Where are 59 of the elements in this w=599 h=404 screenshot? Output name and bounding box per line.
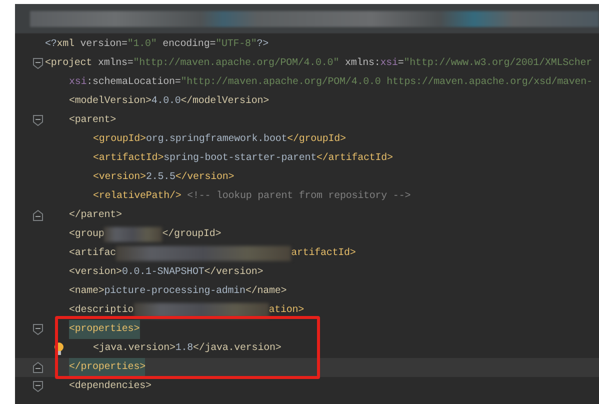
xml-tag: <parent> bbox=[69, 113, 116, 128]
code-text: spring-boot-starter-parent bbox=[164, 152, 316, 166]
code-string: "http://www.w3.org/2001/XMLScher bbox=[404, 56, 592, 71]
code-text: ?> bbox=[256, 38, 269, 52]
xml-tag: artifactId> bbox=[291, 246, 356, 261]
xml-tag: <properties> bbox=[69, 320, 140, 339]
xml-tag: </groupId> bbox=[162, 227, 222, 242]
xml-tag: <dependencies> bbox=[69, 379, 152, 394]
lightbulb-icon[interactable] bbox=[54, 342, 64, 356]
xml-tag: </modelVersion> bbox=[180, 94, 269, 109]
xml-tag: <artifac bbox=[69, 246, 116, 261]
xml-tag: <descriptio bbox=[69, 303, 134, 318]
xml-tag: <artifactId> bbox=[93, 151, 164, 166]
code-string: "http://maven.apache.org/POM/4.0.0 https://maven.apache.org/xsd/maven- bbox=[180, 76, 592, 90]
xml-tag: </properties> bbox=[69, 358, 146, 377]
xml-tag: <groupId> bbox=[93, 132, 146, 147]
code-text: xmlns: bbox=[344, 56, 380, 71]
code-text: = bbox=[398, 57, 404, 71]
xml-tag: </version> bbox=[204, 265, 264, 280]
xml-tag: xml bbox=[56, 37, 74, 52]
code-text: xsi bbox=[380, 56, 398, 71]
fold-icon[interactable] bbox=[33, 381, 43, 392]
code-text: 0.0.1-SNAPSHOT bbox=[122, 266, 204, 280]
xml-tag: <version> bbox=[93, 170, 146, 185]
code-text: 4.0.0 bbox=[151, 95, 181, 109]
xml-tag: </name> bbox=[245, 284, 287, 299]
code-string: "http://maven.apache.org/POM/4.0.0" bbox=[133, 56, 340, 71]
fold-icon[interactable] bbox=[33, 324, 43, 335]
code-text: xmlns= bbox=[96, 56, 134, 71]
code-text: 1.8 bbox=[175, 342, 193, 356]
code-text: encoding= bbox=[162, 38, 216, 52]
code-text: picture-processing-admin bbox=[104, 284, 246, 299]
code-text: org.springframework.boot bbox=[146, 132, 288, 147]
fold-icon[interactable] bbox=[33, 210, 43, 221]
fold-icon[interactable] bbox=[33, 58, 43, 69]
code-text: 2.5.5 bbox=[146, 171, 176, 185]
xml-tag: ation> bbox=[268, 303, 304, 318]
fold-icon[interactable] bbox=[33, 362, 43, 373]
code-text: version= bbox=[79, 38, 128, 52]
code-text: <? bbox=[45, 38, 57, 52]
xml-tag: <name> bbox=[69, 284, 104, 299]
blurred-text bbox=[104, 227, 162, 242]
code-string: "UTF-8" bbox=[216, 38, 257, 52]
code-text: xsi bbox=[69, 76, 87, 90]
xml-tag: <group bbox=[69, 227, 104, 242]
xml-tag: </artifactId> bbox=[316, 151, 393, 166]
xml-tag: <version> bbox=[69, 265, 122, 280]
xml-tag: </parent> bbox=[69, 208, 122, 223]
code-string: "1.0" bbox=[127, 38, 157, 52]
code-comment: <!-- lookup parent from repository --> bbox=[186, 190, 411, 204]
xml-tag: <modelVersion> bbox=[69, 94, 152, 109]
code-text: :schemaLocation= bbox=[86, 76, 181, 90]
xml-tag: <project bbox=[45, 56, 92, 71]
xml-tag: </java.version> bbox=[193, 341, 282, 356]
xml-tag: <java.version> bbox=[93, 341, 176, 356]
xml-tag: </version> bbox=[175, 170, 234, 185]
xml-tag: <relativePath/> bbox=[93, 189, 182, 204]
xml-tag: </groupId> bbox=[287, 132, 346, 147]
fold-icon[interactable] bbox=[33, 115, 43, 126]
